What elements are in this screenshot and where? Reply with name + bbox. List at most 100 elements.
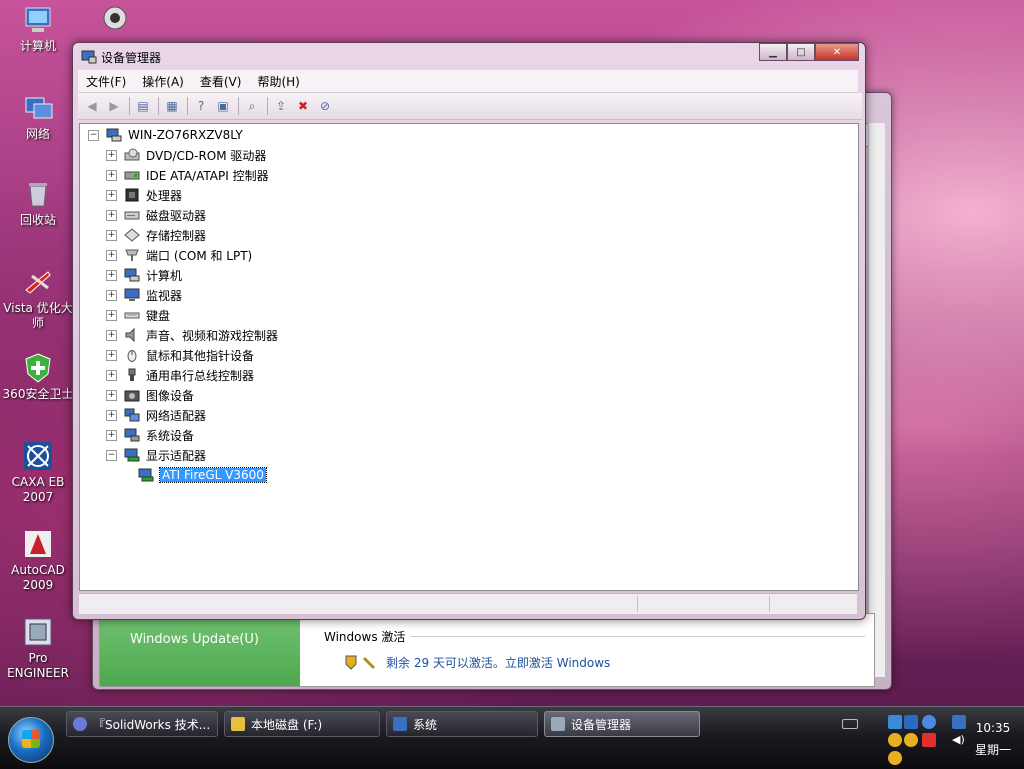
desktop-icon-camera[interactable] bbox=[80, 4, 150, 39]
desktop-icon-360[interactable]: 360安全卫士 bbox=[0, 352, 76, 402]
keyboard-icon[interactable] bbox=[842, 719, 858, 729]
desktop-icon-autocad[interactable]: AutoCAD 2009 bbox=[0, 528, 76, 593]
windows-update-link[interactable]: Windows Update(U) bbox=[130, 632, 259, 647]
scan-hardware-button[interactable]: ⌕ bbox=[242, 97, 262, 115]
vertical-scrollbar[interactable] bbox=[868, 123, 885, 677]
desktop-icon-vista-optimizer[interactable]: Vista 优化大师 bbox=[0, 266, 76, 331]
desktop-icon-network[interactable]: 网络 bbox=[0, 92, 76, 142]
expand-toggle[interactable]: + bbox=[106, 329, 117, 341]
expand-toggle[interactable]: + bbox=[106, 389, 117, 401]
help-button[interactable]: ? bbox=[191, 97, 211, 115]
windows-update-panel[interactable]: Windows Update(U) bbox=[100, 614, 300, 686]
camera-icon bbox=[124, 390, 140, 402]
update-driver-icon: ⇪ bbox=[275, 99, 287, 113]
action-pane-button[interactable]: ▣ bbox=[213, 97, 233, 115]
windows-logo-icon bbox=[22, 730, 40, 748]
tree-category[interactable]: + 磁盘驱动器 bbox=[106, 206, 206, 224]
taskbar-item[interactable]: 本地磁盘 (F:) bbox=[224, 711, 380, 737]
menu-help[interactable]: 帮助(H) bbox=[249, 73, 307, 90]
expand-toggle[interactable]: + bbox=[106, 269, 117, 281]
taskbar-item[interactable]: 『SolidWorks 技术... bbox=[66, 711, 218, 737]
folder-icon bbox=[231, 717, 245, 731]
collapse-toggle[interactable]: − bbox=[106, 449, 117, 461]
menu-view[interactable]: 查看(V) bbox=[192, 73, 250, 90]
expand-toggle[interactable]: + bbox=[106, 149, 117, 161]
caxa-icon bbox=[24, 442, 52, 470]
tree-category-label: 图像设备 bbox=[146, 388, 195, 403]
desktop-icon-label: 回收站 bbox=[19, 213, 56, 227]
collapse-toggle[interactable]: − bbox=[88, 129, 99, 141]
expand-toggle[interactable]: + bbox=[106, 309, 117, 321]
device-tree[interactable]: − WIN-ZO76RXZV8LY + DVD/CD-ROM 驱动器 + IDE… bbox=[79, 123, 859, 591]
tree-category[interactable]: + 存储控制器 bbox=[106, 226, 206, 244]
desktop-icon-recycle-bin[interactable]: 回收站 bbox=[0, 178, 76, 228]
maximize-button[interactable]: □ bbox=[787, 43, 815, 61]
tree-category[interactable]: + 声音、视频和游戏控制器 bbox=[106, 326, 278, 344]
uninstall-button[interactable]: ✖ bbox=[293, 97, 313, 115]
properties-button[interactable]: ▦ bbox=[162, 97, 182, 115]
maximize-icon: □ bbox=[796, 46, 806, 58]
tree-category[interactable]: + 计算机 bbox=[106, 266, 182, 284]
tree-category[interactable]: + IDE ATA/ATAPI 控制器 bbox=[106, 166, 269, 184]
tray-app-icon[interactable] bbox=[888, 715, 902, 729]
expand-toggle[interactable]: + bbox=[106, 349, 117, 361]
volume-icon[interactable]: ◀) bbox=[952, 733, 966, 747]
qq-icon[interactable] bbox=[888, 733, 902, 747]
clock[interactable]: 10:35 星期一 bbox=[972, 717, 1014, 761]
tree-category[interactable]: + 图像设备 bbox=[106, 386, 194, 404]
expand-toggle[interactable]: + bbox=[106, 289, 117, 301]
tree-category[interactable]: + 端口 (COM 和 LPT) bbox=[106, 246, 252, 264]
tree-category-expanded[interactable]: − 显示适配器 bbox=[106, 446, 206, 464]
expand-toggle[interactable]: + bbox=[106, 249, 117, 261]
tree-device[interactable]: ATI FireGL V3600 bbox=[138, 466, 267, 484]
tree-category[interactable]: + 处理器 bbox=[106, 186, 182, 204]
activation-link[interactable]: 剩余 29 天可以激活。立即激活 Windows bbox=[386, 654, 610, 671]
expand-toggle[interactable]: + bbox=[106, 429, 117, 441]
tree-category[interactable]: + 键盘 bbox=[106, 306, 170, 324]
device-manager-window[interactable]: 设备管理器 ▁ □ ✕ 文件(F) 操作(A) 查看(V) 帮助(H) ◀ ▶ … bbox=[72, 42, 866, 620]
desktop-icon-computer[interactable]: 计算机 bbox=[0, 4, 76, 54]
menu-action[interactable]: 操作(A) bbox=[134, 73, 192, 90]
forward-button[interactable]: ▶ bbox=[104, 97, 124, 115]
close-button[interactable]: ✕ bbox=[815, 43, 859, 61]
toolbar-separator bbox=[129, 97, 130, 115]
security-tray-icon[interactable] bbox=[922, 733, 936, 747]
back-button[interactable]: ◀ bbox=[82, 97, 102, 115]
tray-app-icon[interactable] bbox=[922, 715, 936, 729]
expand-toggle[interactable]: + bbox=[106, 169, 117, 181]
swiss-knife-icon bbox=[25, 271, 51, 294]
disable-button[interactable]: ⊘ bbox=[315, 97, 335, 115]
expand-toggle[interactable]: + bbox=[106, 369, 117, 381]
monitor-icon bbox=[124, 288, 140, 301]
minimize-button[interactable]: ▁ bbox=[759, 43, 787, 61]
menu-file[interactable]: 文件(F) bbox=[78, 73, 134, 90]
tree-category[interactable]: + 鼠标和其他指针设备 bbox=[106, 346, 254, 364]
desktop-icon-label: CAXA EB 2007 bbox=[11, 475, 65, 504]
tree-category[interactable]: + 系统设备 bbox=[106, 426, 194, 444]
tree-category-label: DVD/CD-ROM 驱动器 bbox=[146, 148, 267, 163]
qq-icon[interactable] bbox=[904, 733, 918, 747]
expand-toggle[interactable]: + bbox=[106, 409, 117, 421]
show-hide-tree-button[interactable]: ▤ bbox=[133, 97, 153, 115]
tree-category-label: 处理器 bbox=[146, 188, 183, 203]
network-tray-icon[interactable] bbox=[952, 715, 966, 729]
tree-category[interactable]: + 监视器 bbox=[106, 286, 182, 304]
display-adapter-icon bbox=[124, 448, 140, 462]
qq-icon[interactable] bbox=[888, 751, 902, 765]
tree-category-label: 监视器 bbox=[146, 288, 183, 303]
start-button[interactable] bbox=[8, 717, 54, 763]
taskbar-item-active[interactable]: 设备管理器 bbox=[544, 711, 700, 737]
expand-toggle[interactable]: + bbox=[106, 209, 117, 221]
update-driver-button[interactable]: ⇪ bbox=[271, 97, 291, 115]
disk-drive-icon bbox=[124, 211, 140, 220]
taskbar-item[interactable]: 系统 bbox=[386, 711, 538, 737]
tree-root[interactable]: − WIN-ZO76RXZV8LY bbox=[88, 126, 243, 144]
expand-toggle[interactable]: + bbox=[106, 189, 117, 201]
tray-app-icon[interactable] bbox=[904, 715, 918, 729]
tree-category[interactable]: + 网络适配器 bbox=[106, 406, 206, 424]
desktop-icon-pro-engineer[interactable]: Pro ENGINEER bbox=[0, 616, 76, 681]
tree-category[interactable]: + DVD/CD-ROM 驱动器 bbox=[106, 146, 266, 164]
tree-category[interactable]: + 通用串行总线控制器 bbox=[106, 366, 254, 384]
desktop-icon-caxa[interactable]: CAXA EB 2007 bbox=[0, 440, 76, 505]
expand-toggle[interactable]: + bbox=[106, 229, 117, 241]
